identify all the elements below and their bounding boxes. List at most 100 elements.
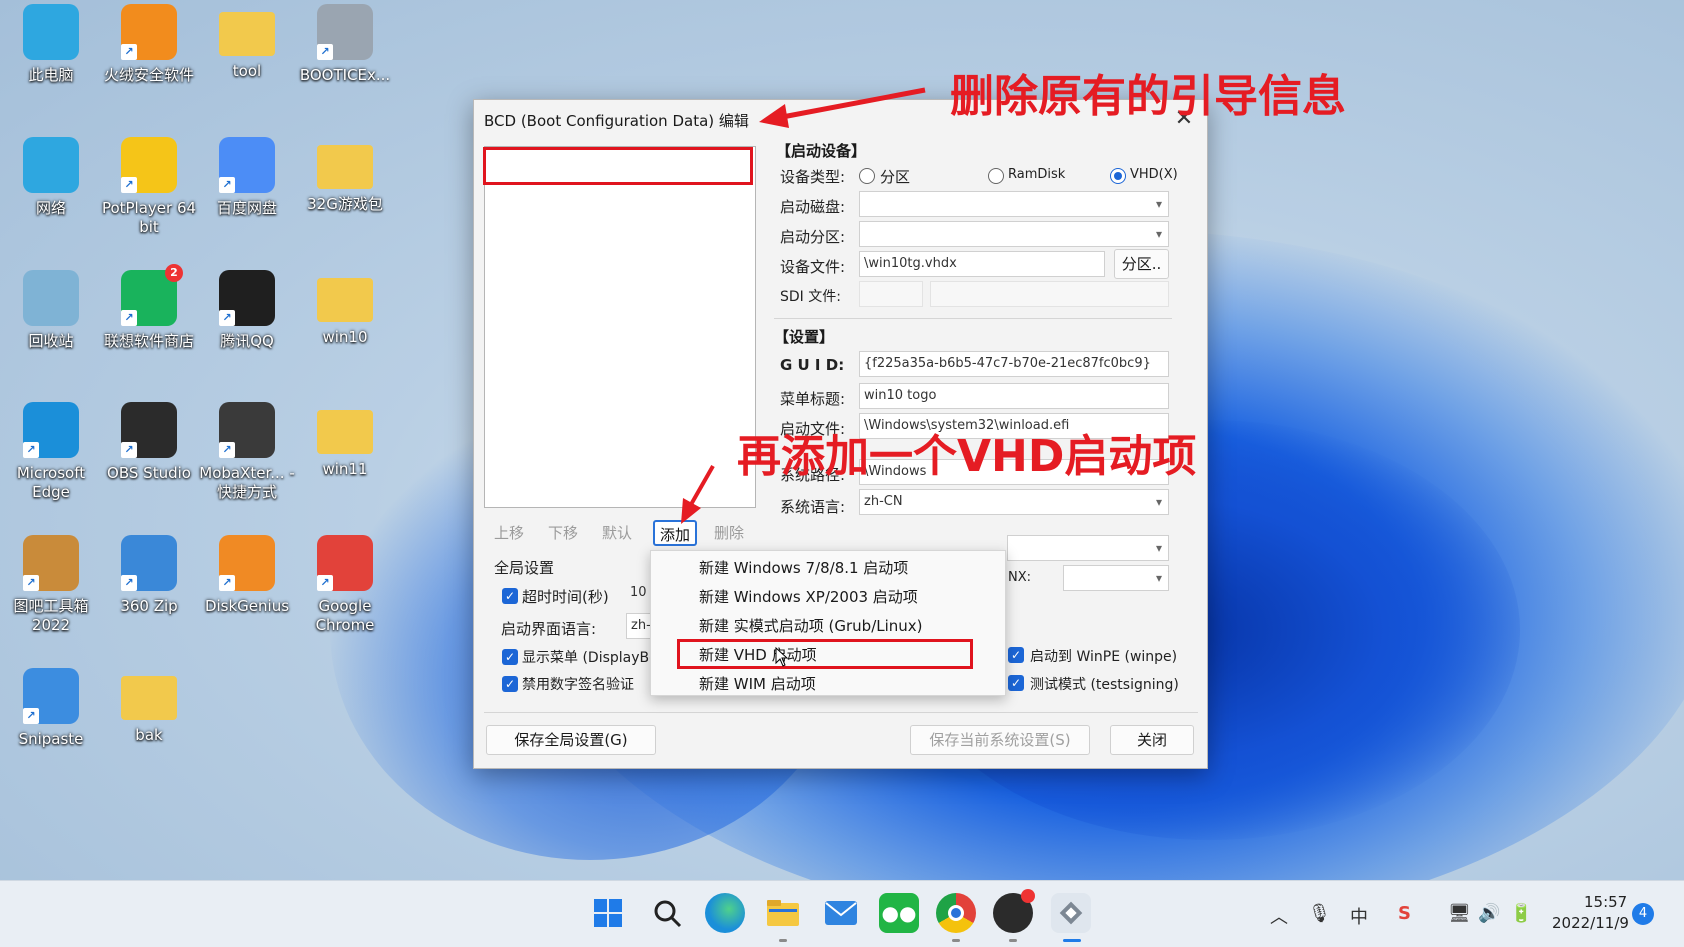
desktop-icon[interactable]: 网络 <box>2 137 100 261</box>
search-icon[interactable] <box>647 893 687 933</box>
timeout-checkbox[interactable]: ✓ <box>502 588 518 604</box>
ime-indicator[interactable]: 中 <box>1350 903 1368 929</box>
winpe-label: 启动到 WinPE (winpe) <box>1030 649 1178 665</box>
desktop-icon[interactable]: ↗ 百度网盘 <box>198 137 296 261</box>
display-menu-checkbox[interactable]: ✓ <box>502 649 518 665</box>
folder-icon <box>121 676 177 720</box>
shortcut-arrow-icon: ↗ <box>121 310 137 326</box>
settings-section-title: 【设置】 <box>774 328 835 346</box>
file-explorer-icon[interactable] <box>763 893 803 933</box>
menu-item-new-realmode[interactable]: 新建 实模式启动项 (Grub/Linux) <box>699 615 923 636</box>
set-default-button[interactable]: 默认 <box>592 520 642 546</box>
radio-vhd[interactable] <box>1110 168 1126 184</box>
menu-item-new-win7[interactable]: 新建 Windows 7/8/8.1 启动项 <box>699 557 908 578</box>
testsigning-checkbox[interactable]: ✓ <box>1008 675 1024 691</box>
shortcut-arrow-icon: ↗ <box>317 44 333 60</box>
save-global-settings-button[interactable]: 保存全局设置(G) <box>486 725 656 755</box>
chevron-down-icon: ▾ <box>1155 495 1162 509</box>
volume-icon[interactable]: 🔊 <box>1478 903 1500 924</box>
move-down-button[interactable]: 下移 <box>538 520 588 546</box>
desktop-icon-label: 此电脑 <box>28 66 74 84</box>
disable-signature-label: 禁用数字签名验证 <box>522 677 634 693</box>
tray-overflow-chevron-icon[interactable]: ︿ <box>1270 903 1288 929</box>
radio-partition[interactable] <box>859 168 875 184</box>
desktop-icon-label: PotPlayer 64 bit <box>101 199 197 236</box>
chrome-taskbar-icon[interactable] <box>936 893 976 933</box>
winpe-checkbox[interactable]: ✓ <box>1008 647 1024 663</box>
move-up-button[interactable]: 上移 <box>484 520 534 546</box>
desktop-icon[interactable]: ↗ 图吧工具箱 2022 <box>2 535 100 659</box>
desktop-icon[interactable]: tool <box>198 4 296 128</box>
network-icon[interactable]: 🖥 <box>1448 903 1471 924</box>
close-button[interactable]: 关闭 <box>1110 725 1194 755</box>
wechat-icon[interactable]: ●● <box>879 893 919 933</box>
nx-select[interactable]: ▾ <box>1063 565 1169 591</box>
notification-badge[interactable]: 4 <box>1632 903 1654 925</box>
diskgenius-icon: ↗ <box>219 535 275 591</box>
sdi-file-input[interactable] <box>930 281 1169 307</box>
desktop-icon[interactable]: ↗ MobaXter... - 快捷方式 <box>198 402 296 526</box>
desktop-icon[interactable]: ↗ OBS Studio <box>100 402 198 526</box>
chevron-down-icon: ▾ <box>1155 197 1162 211</box>
chevron-down-icon: ▾ <box>1155 227 1162 241</box>
boot-disk-select[interactable]: ▾ <box>859 191 1169 217</box>
device-file-input[interactable]: \win10tg.vhdx <box>859 251 1105 277</box>
battery-icon[interactable]: 🔋 <box>1510 903 1532 924</box>
desktop-icon[interactable]: win10 <box>296 270 394 394</box>
desktop-icon[interactable]: 回收站 <box>2 270 100 394</box>
bootice-icon: ↗ <box>317 4 373 60</box>
menu-item-new-wim[interactable]: 新建 WIM 启动项 <box>699 673 816 694</box>
desktop-icon[interactable]: ↗ Snipaste <box>2 668 100 792</box>
desktop-icon-label: BOOTICEx... <box>299 66 391 84</box>
partition-picker-button[interactable]: 分区.. <box>1114 249 1169 279</box>
shortcut-arrow-icon: ↗ <box>121 177 137 193</box>
menu-item-new-winxp[interactable]: 新建 Windows XP/2003 启动项 <box>699 586 918 607</box>
sogou-ime-icon[interactable]: S <box>1398 903 1411 924</box>
save-current-settings-button[interactable]: 保存当前系统设置(S) <box>910 725 1090 755</box>
desktop-icon-label: 图吧工具箱 2022 <box>13 597 89 634</box>
boot-device-section-title: 【启动设备】 <box>776 142 867 160</box>
monitor-icon <box>23 4 79 60</box>
chevron-down-icon: ▾ <box>1155 571 1162 585</box>
annotation-add-vhd-entry: 再添加一个VHD启动项 <box>737 431 1197 482</box>
microphone-icon[interactable]: 🎙 <box>1308 903 1331 924</box>
shortcut-arrow-icon: ↗ <box>317 575 333 591</box>
nx-label: NX: <box>1008 570 1032 585</box>
guid-field[interactable]: {f225a35a-b6b5-47c7-b70e-21ec87fc0bc9} <box>859 351 1169 377</box>
desktop-icon[interactable]: win11 <box>296 402 394 526</box>
desktop-icon[interactable]: ↗ 2 联想软件商店 <box>100 264 198 394</box>
chrome-center-icon <box>948 905 964 921</box>
desktop-icon-label: MobaXter... - 快捷方式 <box>199 464 295 501</box>
desktop-icon[interactable]: ↗ Microsoft Edge <box>2 402 100 526</box>
boot-partition-select[interactable]: ▾ <box>859 221 1169 247</box>
desktop-icon[interactable]: ↗ 360 Zip <box>100 535 198 659</box>
desktop-icon[interactable]: ↗ DiskGenius <box>198 535 296 659</box>
clock-date[interactable]: 2022/11/9 <box>1552 914 1629 932</box>
disable-signature-checkbox[interactable]: ✓ <box>502 676 518 692</box>
edge-taskbar-icon[interactable] <box>705 893 745 933</box>
chrome-icon: ↗ <box>317 535 373 591</box>
clock-time[interactable]: 15:57 <box>1584 893 1627 911</box>
obs-taskbar-icon[interactable] <box>993 889 1035 933</box>
desktop-icon[interactable]: ↗ Google Chrome <box>296 535 394 659</box>
desktop-icon[interactable]: ↗ 腾讯QQ <box>198 270 296 394</box>
radio-ramdisk[interactable] <box>988 168 1004 184</box>
boot-entry-list[interactable] <box>484 146 756 508</box>
windows-start-icon[interactable] <box>588 893 628 933</box>
sdi-file-select[interactable] <box>859 281 923 307</box>
bootice-taskbar-icon[interactable] <box>1051 893 1091 933</box>
system-language-select[interactable]: zh-CN ▾ <box>859 489 1169 515</box>
annotation-delete-old-boot: 删除原有的引导信息 <box>950 71 1346 122</box>
desktop-icon[interactable]: 此电脑 <box>2 4 100 128</box>
vhd-item-highlight <box>677 639 973 669</box>
running-indicator <box>779 939 787 942</box>
timeout-label: 超时时间(秒) <box>522 588 609 606</box>
desktop-icon[interactable]: ↗ BOOTICEx... <box>296 4 394 128</box>
desktop-icon[interactable]: 32G游戏包 <box>296 137 394 261</box>
desktop-icon[interactable]: ↗ 火绒安全软件 <box>100 4 198 128</box>
menu-title-input[interactable]: win10 togo <box>859 383 1169 409</box>
desktop-icon[interactable]: ↗ PotPlayer 64 bit <box>100 137 198 261</box>
hidden-select-1[interactable]: ▾ <box>1007 535 1169 561</box>
desktop-icon[interactable]: bak <box>100 668 198 792</box>
mail-icon[interactable] <box>821 893 861 933</box>
